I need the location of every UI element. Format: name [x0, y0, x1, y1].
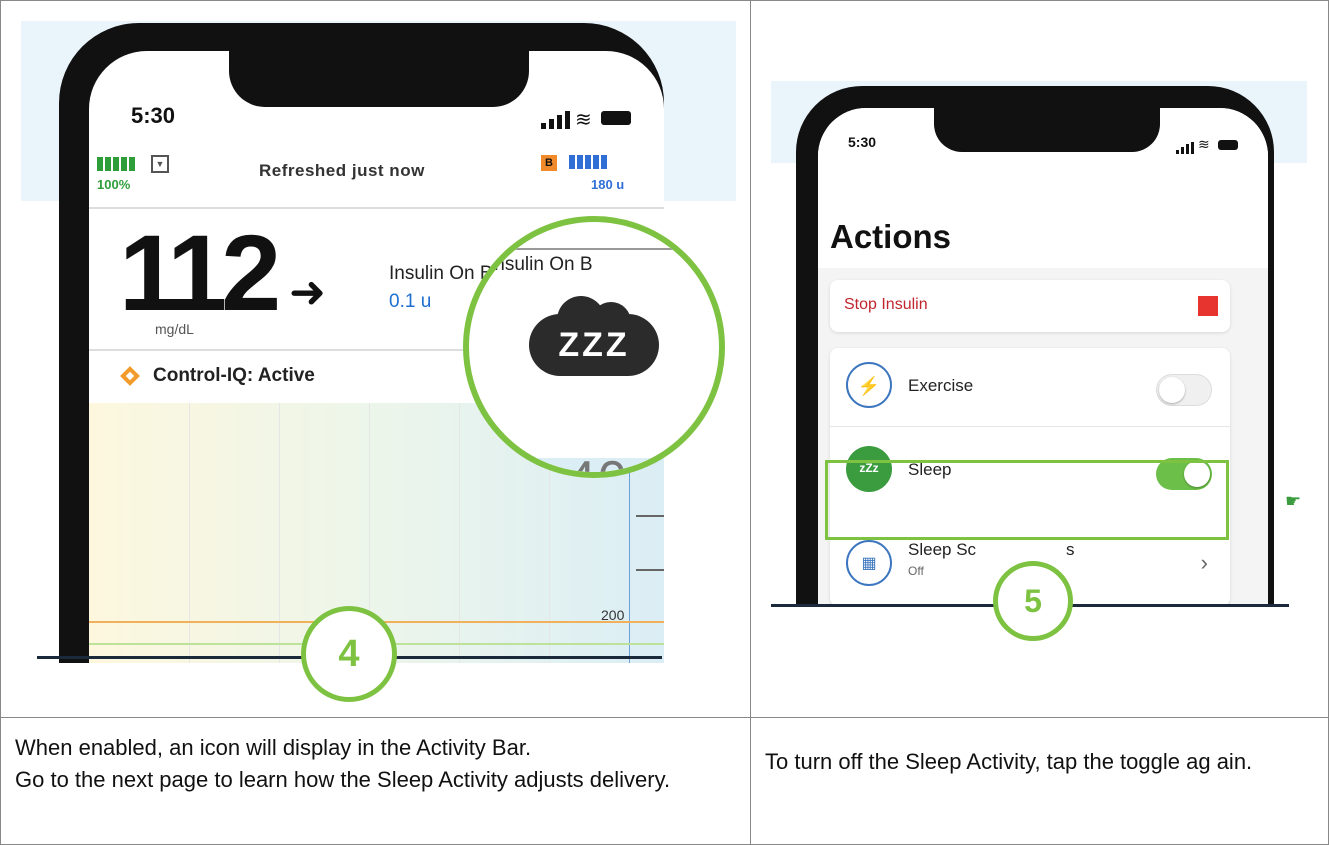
glucose-unit: mg/dL — [155, 321, 194, 337]
cgm-transmitter-icon: ▼ — [151, 155, 169, 173]
page-title: Actions — [830, 218, 952, 255]
calendar-icon: ▦ — [846, 540, 892, 586]
left-image-cell: 5:30 ≋ ▼ 100% Refreshed just now B 180 u… — [0, 0, 751, 718]
exercise-label: Exercise — [908, 376, 974, 395]
sleep-schedules-label-tail: s — [1066, 540, 1075, 559]
instruction-grid: 5:30 ≋ ▼ 100% Refreshed just now B 180 u… — [0, 0, 1329, 845]
wifi-icon: ≋ — [1198, 136, 1210, 152]
chart-gridline — [459, 403, 460, 663]
stop-insulin-label: Stop Insulin — [844, 296, 928, 313]
signal-icon — [541, 111, 570, 129]
phone-notch — [229, 51, 529, 107]
zoom-iob-text: Insulin On B — [489, 254, 593, 275]
battery-percent: 100% — [97, 177, 131, 192]
step-badge-5: 5 — [993, 561, 1073, 641]
chart-gridline — [189, 403, 190, 663]
glucose-value: 112 — [119, 212, 281, 333]
signal-icon — [1176, 142, 1194, 154]
chevron-right-icon: › — [1200, 550, 1208, 575]
control-iq-icon — [120, 366, 140, 386]
tap-hand-icon: ☛ — [1285, 491, 1302, 511]
pump-status-header: ▼ 100% Refreshed just now B 180 u — [89, 149, 664, 209]
left-caption-line-2: Go to the next page to learn how the Sle… — [15, 767, 671, 792]
zoom-axis-value: 40 — [567, 450, 629, 472]
stop-square-icon — [1198, 296, 1218, 316]
zzz-text: ZZZ — [558, 326, 630, 364]
sleep-schedules-label-start: Sleep Sc — [908, 540, 977, 559]
left-caption: When enabled, an icon will display in th… — [1, 718, 750, 810]
axis-tick — [636, 515, 664, 517]
zoom-callout: Insulin On B ZZZ 40 — [463, 216, 725, 478]
sleep-highlight-frame — [825, 460, 1229, 540]
battery-icon — [1218, 140, 1238, 150]
left-caption-cell: When enabled, an icon will display in th… — [0, 717, 751, 845]
insulin-level-bars-icon — [569, 155, 607, 169]
battery-icon — [601, 111, 631, 125]
iob-value: 0.1 u — [389, 291, 432, 312]
insulin-units: 180 u — [591, 177, 625, 192]
pump-battery-bars-icon — [97, 157, 135, 171]
exercise-toggle[interactable] — [1156, 374, 1212, 406]
trend-arrow-icon: ➜ — [289, 268, 326, 317]
axis-label-200: 200 — [601, 607, 625, 623]
sleep-schedules-status: Off — [908, 564, 924, 578]
status-time: 5:30 — [848, 134, 877, 150]
control-iq-status: Control-IQ: Active — [153, 365, 315, 386]
bolus-badge: B — [541, 155, 557, 171]
list-item-exercise[interactable]: ⚡ Exercise — [830, 348, 1230, 427]
stop-insulin-button[interactable]: Stop Insulin — [830, 280, 1230, 332]
status-time: 5:30 — [131, 103, 176, 128]
exercise-runner-icon: ⚡ — [846, 362, 892, 408]
sleep-schedules-label: Sleep Sc s — [908, 540, 1075, 560]
wifi-icon: ≋ — [575, 109, 592, 131]
chart-gridline — [279, 403, 280, 663]
zoom-divider — [469, 248, 719, 250]
step-badge-4: 4 — [301, 606, 397, 702]
phone-notch — [934, 108, 1160, 152]
refreshed-status: Refreshed just now — [259, 161, 425, 180]
left-caption-line-1: When enabled, an icon will display in th… — [15, 735, 532, 760]
right-caption-cell: To turn off the Sleep Activity, tap the … — [750, 717, 1329, 845]
right-caption: To turn off the Sleep Activity, tap the … — [765, 749, 1253, 774]
right-image-cell: 5:30 ≋ Actions Stop Insulin ⚡ Exercise z… — [750, 0, 1329, 718]
axis-tick — [636, 569, 664, 571]
sleep-cloud-icon: ZZZ — [529, 296, 659, 376]
